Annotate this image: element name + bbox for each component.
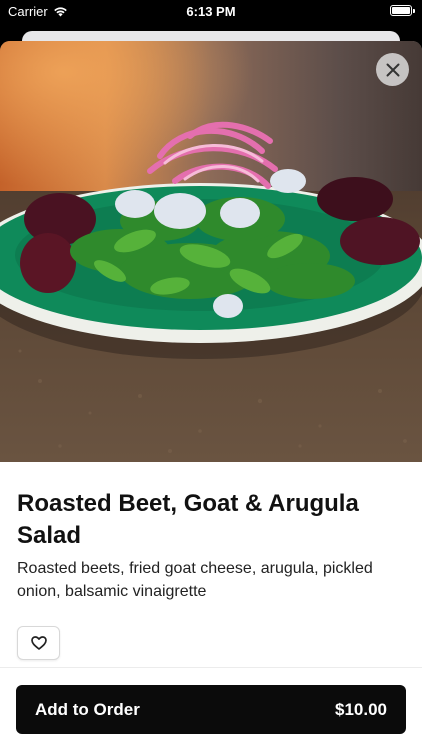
divider xyxy=(0,667,422,668)
order-price: $10.00 xyxy=(335,699,387,719)
status-time: 6:13 PM xyxy=(186,4,236,19)
close-button[interactable] xyxy=(376,53,409,86)
item-title: Roasted Beet, Goat & Arugula Salad xyxy=(17,490,359,549)
close-icon xyxy=(386,63,399,76)
battery-icon xyxy=(390,5,415,16)
favorite-button[interactable] xyxy=(17,626,60,660)
status-bar: Carrier 6:13 PM xyxy=(0,0,422,24)
item-description: Roasted beets, fried goat cheese, arugul… xyxy=(17,560,373,600)
add-to-order-label: Add to Order xyxy=(35,699,140,719)
heart-outline-icon xyxy=(30,636,47,650)
add-to-order-button[interactable]: Add to Order $10.00 xyxy=(16,685,406,734)
item-photo xyxy=(0,41,422,462)
item-detail-sheet: Roasted Beet, Goat & Arugula Salad Roast… xyxy=(0,41,422,750)
